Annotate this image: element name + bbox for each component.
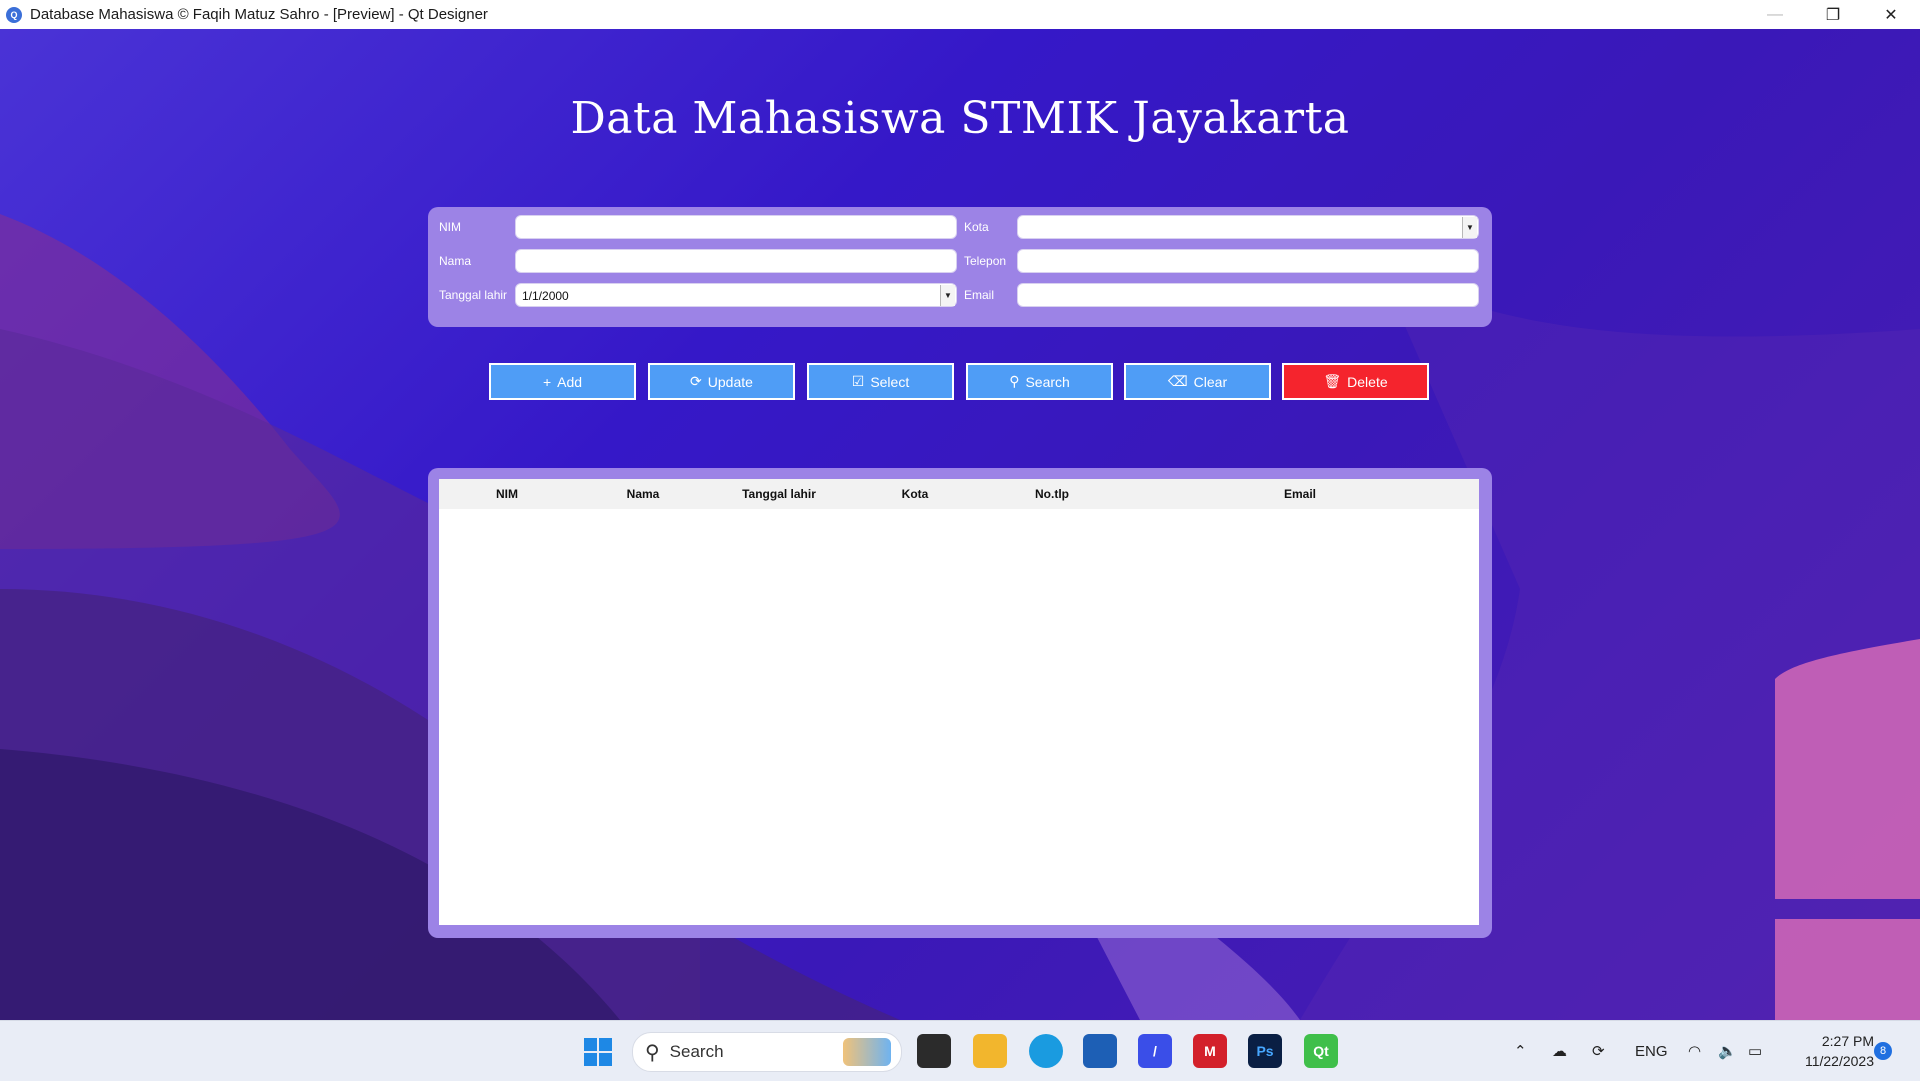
onedrive-error-icon[interactable]: ☁ bbox=[1552, 1021, 1567, 1081]
page-title: Data Mahasiswa STMIK Jayakarta bbox=[570, 93, 1350, 144]
nim-input[interactable] bbox=[515, 215, 957, 239]
clear-button-label: Clear bbox=[1193, 373, 1228, 390]
file-explorer-icon[interactable] bbox=[973, 1034, 1007, 1068]
delete-button[interactable]: 🗑 Delete bbox=[1282, 363, 1429, 400]
telepon-label: Telepon bbox=[964, 254, 1007, 268]
trash-icon: 🗑 bbox=[1323, 373, 1342, 389]
wifi-icon[interactable]: ◠ bbox=[1688, 1021, 1701, 1081]
chevron-down-icon[interactable]: ▼ bbox=[1462, 217, 1477, 238]
column-header-kota[interactable]: Kota bbox=[847, 479, 983, 509]
pen-app-icon[interactable]: / bbox=[1138, 1034, 1172, 1068]
search-button-label: Search bbox=[1025, 373, 1070, 390]
add-button-label: Add bbox=[557, 373, 583, 390]
show-hidden-icons-chevron-icon[interactable]: ⌃ bbox=[1514, 1021, 1527, 1081]
windows-taskbar: ⚲ Search / M Ps Qt ⌃ ☁ ⟳ ENG ◠ 🔈 ▭ 2:27 … bbox=[0, 1020, 1920, 1081]
taskbar-clock[interactable]: 2:27 PM 11/22/2023 bbox=[1786, 1031, 1874, 1071]
search-highlight-icon bbox=[843, 1038, 891, 1066]
nim-label: NIM bbox=[439, 220, 461, 234]
column-header-nama[interactable]: Nama bbox=[575, 479, 711, 509]
windows-start-button[interactable] bbox=[584, 1038, 612, 1066]
kota-combobox[interactable]: ▼ bbox=[1017, 215, 1479, 239]
plus-icon: + bbox=[542, 373, 552, 390]
language-indicator[interactable]: ENG bbox=[1635, 1021, 1668, 1081]
kota-label: Kota bbox=[964, 220, 989, 234]
select-button-label: Select bbox=[870, 373, 910, 390]
restore-button[interactable]: ❐ bbox=[1804, 0, 1862, 29]
email-label: Email bbox=[964, 288, 995, 302]
window-controls: — ❐ ✕ bbox=[1746, 0, 1920, 29]
qt-designer-app-icon: Q bbox=[6, 6, 22, 23]
student-form-panel: NIM Nama Tanggal lahir 1/1/2000 ▼ Kota ▼… bbox=[428, 207, 1492, 327]
nama-input[interactable] bbox=[515, 249, 957, 273]
checkbox-icon: ☑ bbox=[851, 373, 865, 389]
tanggal-lahir-label: Tanggal lahir bbox=[439, 288, 508, 302]
update-button-label: Update bbox=[707, 373, 753, 390]
clock-time: 2:27 PM bbox=[1821, 1033, 1874, 1049]
update-button[interactable]: ⟳ Update bbox=[648, 363, 795, 400]
chevron-down-icon[interactable]: ▼ bbox=[940, 285, 955, 306]
microsoft-store-icon[interactable] bbox=[1083, 1034, 1117, 1068]
clock-date: 11/22/2023 bbox=[1804, 1053, 1874, 1069]
column-header-email[interactable]: Email bbox=[1121, 479, 1479, 509]
column-header-no-tlp[interactable]: No.tlp bbox=[983, 479, 1121, 509]
student-table-panel: NIM Nama Tanggal lahir Kota No.tlp Email bbox=[428, 468, 1492, 938]
sync-icon[interactable]: ⟳ bbox=[1592, 1021, 1605, 1081]
battery-icon[interactable]: ▭ bbox=[1748, 1021, 1762, 1081]
column-header-nim[interactable]: NIM bbox=[439, 479, 575, 509]
search-button[interactable]: ⚲ Search bbox=[966, 363, 1113, 400]
clear-button[interactable]: ⌫ Clear bbox=[1124, 363, 1271, 400]
task-view-icon[interactable] bbox=[917, 1034, 951, 1068]
eraser-icon: ⌫ bbox=[1167, 373, 1188, 389]
column-header-tanggal-lahir[interactable]: Tanggal lahir bbox=[711, 479, 847, 509]
telepon-input[interactable] bbox=[1017, 249, 1479, 273]
table-header: NIM Nama Tanggal lahir Kota No.tlp Email bbox=[439, 479, 1479, 509]
refresh-icon: ⟳ bbox=[690, 373, 702, 389]
qt-designer-taskbar-icon[interactable]: Qt bbox=[1304, 1034, 1338, 1068]
nama-label: Nama bbox=[439, 254, 472, 268]
search-icon: ⚲ bbox=[1009, 373, 1020, 389]
tanggal-lahir-value: 1/1/2000 bbox=[522, 289, 569, 303]
photoshop-icon[interactable]: Ps bbox=[1248, 1034, 1282, 1068]
window-title: Database Mahasiswa © Faqih Matuz Sahro -… bbox=[30, 6, 488, 23]
search-icon: ⚲ bbox=[645, 1041, 660, 1064]
window-titlebar: Q Database Mahasiswa © Faqih Matuz Sahro… bbox=[0, 0, 1920, 29]
edge-browser-icon[interactable] bbox=[1029, 1034, 1063, 1068]
volume-icon[interactable]: 🔈 bbox=[1718, 1021, 1737, 1081]
mcafee-icon[interactable]: M bbox=[1193, 1034, 1227, 1068]
student-table[interactable]: NIM Nama Tanggal lahir Kota No.tlp Email bbox=[439, 479, 1479, 925]
add-button[interactable]: + Add bbox=[489, 363, 636, 400]
close-button[interactable]: ✕ bbox=[1862, 0, 1920, 29]
delete-button-label: Delete bbox=[1347, 373, 1388, 390]
tanggal-lahir-date-edit[interactable]: 1/1/2000 ▼ bbox=[515, 283, 957, 307]
select-button[interactable]: ☑ Select bbox=[807, 363, 954, 400]
email-input[interactable] bbox=[1017, 283, 1479, 307]
taskbar-search-placeholder: Search bbox=[669, 1042, 724, 1061]
minimize-button[interactable]: — bbox=[1746, 0, 1804, 29]
notification-badge[interactable]: 8 bbox=[1874, 1042, 1892, 1060]
taskbar-search-box[interactable]: ⚲ Search bbox=[632, 1032, 902, 1072]
